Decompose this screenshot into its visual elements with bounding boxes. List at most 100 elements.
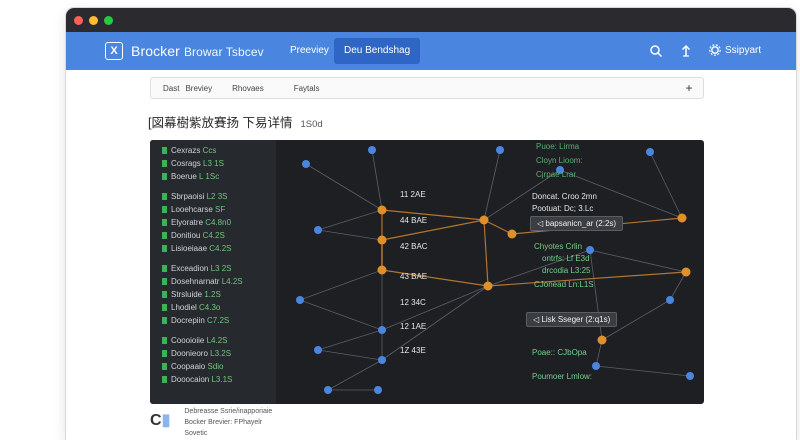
footer-line: Bocker Brevier: FPhayelr: [184, 419, 263, 426]
node-list-item[interactable]: Coooioiie L4.2S: [162, 336, 227, 345]
node-list-item[interactable]: Coopaaio Sdio: [162, 362, 224, 371]
graph-node[interactable]: [677, 213, 687, 223]
tab-rhovaes[interactable]: Rhovaes: [232, 84, 264, 93]
graph-node[interactable]: [368, 146, 376, 154]
graph-node[interactable]: [479, 215, 489, 225]
status-indicator: [162, 219, 167, 226]
search-icon[interactable]: [649, 44, 663, 58]
status-indicator: [162, 376, 167, 384]
graph-edge: [483, 219, 489, 287]
status-indicator: [162, 264, 167, 272]
graph-node[interactable]: [646, 148, 654, 156]
status-indicator: [162, 160, 167, 168]
graph-node[interactable]: [681, 267, 691, 277]
node-list-item[interactable]: Sbrpaoisi L2 3S: [162, 192, 227, 201]
graph-node[interactable]: [686, 372, 694, 380]
graph-node[interactable]: [314, 226, 322, 234]
graph-node[interactable]: [483, 281, 493, 291]
node-list-label: Exceadion: [171, 263, 211, 273]
graph-edge: [327, 359, 383, 391]
graph-node[interactable]: [597, 335, 607, 345]
status-indicator: [162, 317, 167, 325]
node-list-value: L4.2S: [206, 335, 228, 345]
node-list-label: Cosrags: [171, 159, 204, 169]
node-list-item[interactable]: Lhodiel C4.3o: [162, 303, 220, 312]
tab-dast[interactable]: Dast: [163, 84, 179, 93]
support-label: Ssipyart: [725, 44, 762, 56]
graph-edge: [381, 209, 485, 221]
graph-edge: [299, 269, 383, 301]
graph-node[interactable]: [296, 296, 304, 304]
green-text: CJonead Ln:L1S: [534, 280, 594, 289]
status-indicator: [162, 349, 167, 357]
graph-edge: [483, 219, 513, 235]
graph-node[interactable]: [666, 296, 674, 304]
node-list-value: L 1Sc: [199, 172, 220, 182]
graph-node[interactable]: [586, 246, 594, 254]
node-list-item[interactable]: Doonieoro L3.2S: [162, 349, 231, 358]
nav-tab-dashboard[interactable]: Deu Bendshag: [334, 38, 421, 64]
graph-node[interactable]: [496, 146, 504, 154]
tab-breviey[interactable]: Breviey: [185, 84, 212, 93]
node-list-item[interactable]: Elyoratre C4.8n0: [162, 218, 231, 227]
close-window-button[interactable]: [74, 15, 83, 25]
node-list-item[interactable]: Boerue L 1Sc: [162, 172, 219, 181]
nav-tab-preview[interactable]: Preeviey: [280, 38, 339, 64]
node-list-value: C7.2S: [207, 316, 230, 326]
node-list-item[interactable]: Lisioeiaae C4.2S: [162, 244, 231, 253]
node-list-value: C4.2S: [209, 244, 232, 254]
graph-node[interactable]: [374, 386, 382, 394]
graph-node[interactable]: [324, 386, 332, 394]
footer-logo-glyph: C: [150, 412, 162, 429]
footer-logo-mark: ▮: [161, 412, 171, 429]
node-list-label: Strsluide: [171, 290, 205, 299]
graph-node[interactable]: [302, 160, 310, 168]
node-list-label: Lhodiel: [171, 303, 200, 313]
right-text: Doncat. Croo 2mn: [532, 192, 597, 201]
tooltip-callout: ◁ bapsanicn_ar (2:2s): [530, 216, 624, 231]
node-list-label: Dosehnarnatr: [171, 276, 222, 286]
gear-icon: [709, 44, 721, 56]
graph-edge: [317, 229, 383, 241]
maximize-window-button[interactable]: [104, 15, 113, 25]
node-list-item[interactable]: Looehcarse SF: [162, 205, 225, 214]
node-label: 42 BAC: [400, 242, 428, 251]
app-title: Brocker Browar Tsbcev: [131, 43, 264, 59]
node-list-item[interactable]: Cexrazs Ccs: [162, 146, 216, 155]
tab-faytals[interactable]: Faytals: [294, 84, 320, 93]
graph-node[interactable]: [507, 229, 517, 239]
green-text: Poae:: CJbOpa: [532, 348, 587, 357]
node-list-value: Ccs: [202, 146, 217, 155]
graph-node[interactable]: [377, 205, 387, 215]
node-list-value: L2 3S: [206, 191, 228, 201]
add-tab-button[interactable]: +: [681, 80, 697, 96]
graph-node[interactable]: [377, 265, 387, 275]
support-button[interactable]: Ssipyart: [709, 44, 761, 56]
node-list-value: C4.2S: [202, 231, 225, 241]
graph-node[interactable]: [592, 362, 600, 370]
node-label: 12 1AE: [400, 322, 427, 331]
app-logo[interactable]: X: [105, 42, 123, 60]
graph-node[interactable]: [378, 326, 386, 334]
node-list-item[interactable]: Dosehnarnatr L4.2S: [162, 277, 243, 286]
upload-icon[interactable]: [679, 44, 693, 58]
status-indicator: [162, 336, 167, 344]
node-list-label: Boerue: [171, 172, 200, 182]
green-text: drcodia L3:25: [542, 266, 591, 275]
right-text: Cjrpae Lrar: [536, 170, 577, 179]
node-list-item[interactable]: Donitiou C4.2S: [162, 231, 225, 240]
node-list-value: L3 1S: [203, 159, 224, 169]
node-label: 11 2AE: [400, 190, 426, 199]
minimize-window-button[interactable]: [89, 15, 98, 25]
node-list-item[interactable]: Dooocaion L3.1S: [162, 375, 232, 384]
graph-edge: [589, 249, 687, 273]
graph-node[interactable]: [378, 356, 386, 364]
node-list-item[interactable]: Docrepiin C7.2S: [162, 316, 229, 325]
green-text: Poumoer Lmlow:: [532, 372, 593, 381]
status-indicator: [162, 192, 167, 200]
graph-node[interactable]: [314, 346, 322, 354]
node-list-item[interactable]: Exceadion L3 2S: [162, 264, 232, 273]
node-list-item[interactable]: Strsluide 1.2S: [162, 290, 221, 299]
graph-node[interactable]: [377, 235, 387, 245]
node-list-item[interactable]: Cosrags L3 1S: [162, 159, 224, 168]
